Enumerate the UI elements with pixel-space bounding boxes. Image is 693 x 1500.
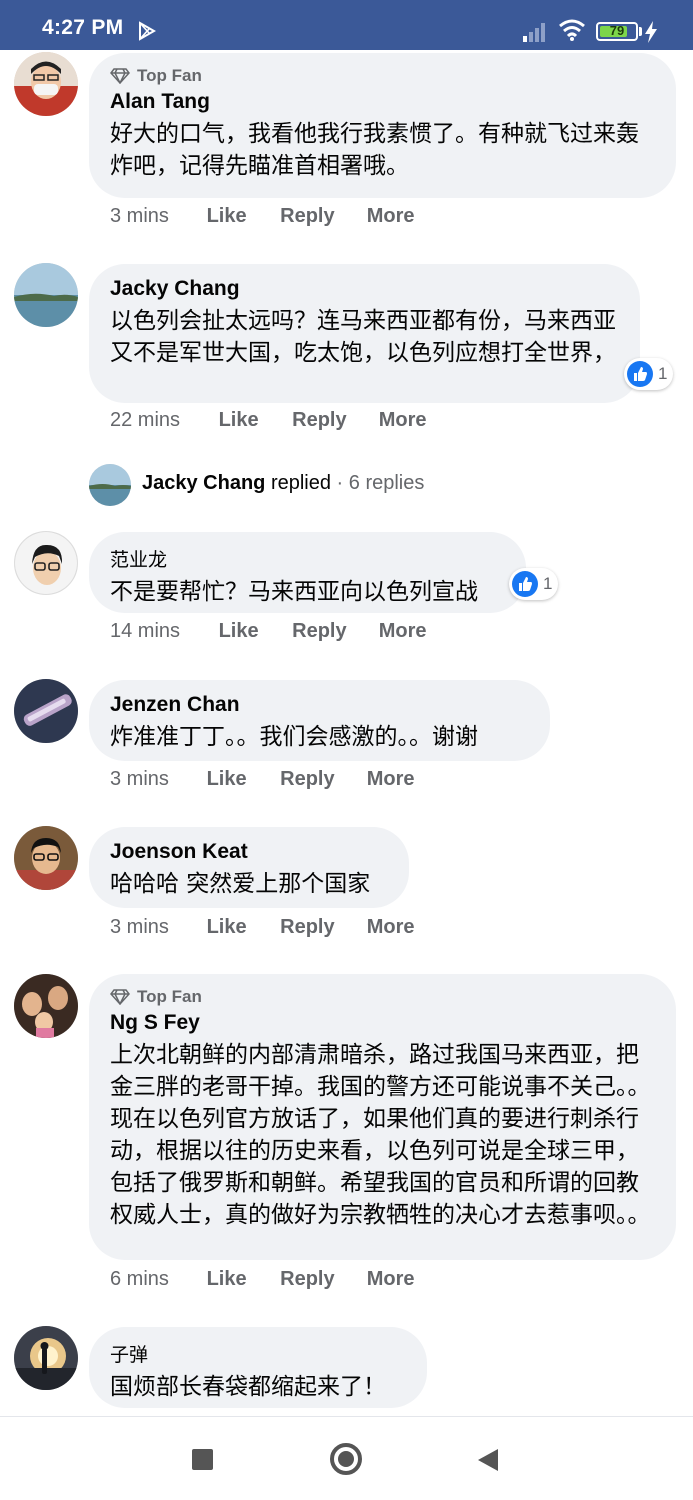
comment-text: 炸准准丁丁。。我们会感激的。。谢谢 [110,724,478,750]
comment-time: 3 mins [110,768,169,790]
reaction-count-label: 1 [543,574,553,593]
comment-author[interactable]: 子弹 [110,1340,406,1367]
like-button[interactable]: Like [219,409,287,432]
diamond-icon [110,989,130,1005]
comment-text: 以色列会扯太远吗？连马来西亚都有份，马来西亚又不是军世大国，吃太饱，以色列应想打… [110,308,616,366]
play-store-icon [139,21,157,41]
reply-avatar [89,464,131,506]
replier-name: Jacky Chang [142,472,266,494]
comment-bubble: 子弹 国烦部长春袋都缩起来了！ [89,1327,427,1408]
more-button[interactable]: More [367,205,415,228]
avatar-photo [14,1326,78,1390]
reply-button[interactable]: Reply [280,768,361,791]
more-button[interactable]: More [379,620,427,643]
reaction-count-label: 1 [658,364,668,383]
avatar-photo [14,826,78,890]
signal-icon [523,23,545,42]
more-button[interactable]: More [367,916,415,939]
comment-text: 国烦部长春袋都缩起来了！ [110,1374,386,1400]
comment-time: 6 mins [110,1268,169,1290]
comment-author[interactable]: 范业龙 [110,545,505,572]
replies-count: 6 replies [348,472,425,494]
like-reaction-icon [512,571,538,597]
like-button[interactable]: Like [207,916,275,939]
wifi-icon [559,19,585,41]
more-button[interactable]: More [367,768,415,791]
comment-author[interactable]: Alan Tang [110,90,655,114]
like-button[interactable]: Like [207,768,275,791]
status-time: 4:27 PM [42,16,124,39]
home-button[interactable] [330,1443,362,1475]
reaction-count[interactable]: 1 [624,358,674,390]
charging-icon [645,21,657,43]
comment-actions: 14 mins Like Reply More [110,620,426,643]
badge-label: Top Fan [137,987,202,1006]
like-button[interactable]: Like [207,205,275,228]
status-bar: 4:27 PM 79 [0,0,693,50]
reply-button[interactable]: Reply [280,205,361,228]
comment-actions: 6 mins Like Reply More [110,1268,414,1291]
avatar[interactable] [14,1326,78,1390]
comment-text: 好大的口气，我看他我行我素惯了。有种就飞过来轰炸吧，记得先瞄准首相署哦。 [110,121,639,179]
comment-bubble: Jacky Chang 以色列会扯太远吗？连马来西亚都有份，马来西亚又不是军世大… [89,264,640,403]
comment-text: 上次北朝鲜的内部清肃暗杀，路过我国马来西亚，把金三胖的老哥干掉。我国的警方还可能… [110,1042,651,1228]
comment-bubble: Jenzen Chan 炸准准丁丁。。我们会感激的。。谢谢 [89,680,550,761]
comment-actions: 3 mins Like Reply More [110,768,414,791]
like-button[interactable]: Like [219,620,287,643]
like-button[interactable]: Like [207,1268,275,1291]
comment-time: 22 mins [110,409,181,431]
comment-text: 不是要帮忙？马来西亚向以色列宣战 [110,579,478,605]
comment-author[interactable]: Joenson Keat [110,840,388,864]
avatar[interactable] [14,531,78,595]
avatar[interactable] [14,263,78,327]
avatar[interactable] [14,52,78,116]
comment-actions: 3 mins Like Reply More [110,916,414,939]
back-button[interactable] [478,1449,498,1471]
comment-time: 3 mins [110,205,169,227]
avatar[interactable] [14,826,78,890]
avatar-photo [14,52,78,116]
battery-icon: 79 [596,22,638,41]
battery-tip [639,27,642,36]
comment-text: 哈哈哈 突然爱上那个国家 [110,871,371,897]
avatar[interactable] [14,679,78,743]
comment-author[interactable]: Jacky Chang [110,277,619,301]
reply-button[interactable]: Reply [292,620,373,643]
comment-time: 3 mins [110,916,169,938]
reply-button[interactable]: Reply [280,1268,361,1291]
reaction-count[interactable]: 1 [509,568,559,600]
comment-author[interactable]: Ng S Fey [110,1011,655,1035]
more-button[interactable]: More [379,409,427,432]
replies-separator: · [331,472,349,494]
diamond-icon [110,68,130,84]
like-reaction-icon [627,361,653,387]
comment-bubble: 范业龙 不是要帮忙？马来西亚向以色列宣战 [89,532,526,613]
avatar-photo [14,263,78,327]
top-fan-badge: Top Fan [110,987,655,1007]
avatar-photo [14,679,78,743]
comment-time: 14 mins [110,620,181,642]
top-fan-badge: Top Fan [110,66,655,86]
comment-bubble: Joenson Keat 哈哈哈 突然爱上那个国家 [89,827,409,908]
comment-actions: 3 mins Like Reply More [110,205,414,228]
battery-percent: 79 [609,23,625,38]
more-button[interactable]: More [367,1268,415,1291]
reply-button[interactable]: Reply [280,916,361,939]
navigation-bar [0,1416,693,1500]
comment-bubble: Top Fan Ng S Fey 上次北朝鲜的内部清肃暗杀，路过我国马来西亚，把… [89,974,676,1260]
comment-bubble: Top Fan Alan Tang 好大的口气，我看他我行我素惯了。有种就飞过来… [89,53,676,198]
replied-label: replied [270,472,331,494]
badge-label: Top Fan [137,66,202,85]
reply-button[interactable]: Reply [292,409,373,432]
avatar-photo [89,464,131,506]
comment-actions: 22 mins Like Reply More [110,409,426,432]
comment-author[interactable]: Jenzen Chan [110,693,529,717]
avatar-photo [15,532,77,594]
avatar-photo [14,974,78,1038]
avatar[interactable] [14,974,78,1038]
recents-button[interactable] [192,1449,213,1470]
